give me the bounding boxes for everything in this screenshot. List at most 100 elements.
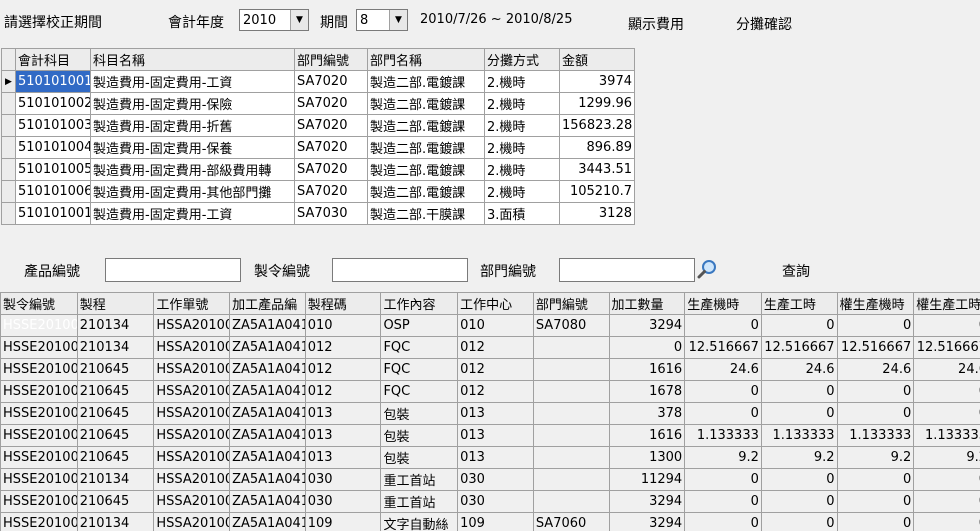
table-cell[interactable]: ZA5A1A041 bbox=[229, 336, 306, 359]
allocate-confirm-button[interactable]: 分攤確認 bbox=[736, 14, 792, 34]
table-cell[interactable]: 013 bbox=[304, 446, 382, 469]
table-row[interactable]: 510101001 製造費用-固定費用-工資 SA7030 製造二部.干膜課 3.面積 3… bbox=[1, 202, 635, 225]
table-cell[interactable] bbox=[532, 446, 610, 469]
table-cell[interactable]: 9.2 bbox=[836, 446, 915, 469]
table-cell[interactable]: HSSA20100 bbox=[153, 358, 231, 381]
table-cell[interactable]: 1300 bbox=[608, 446, 686, 469]
table-cell[interactable]: ZA5A1A041 bbox=[229, 358, 306, 381]
table-cell[interactable]: 3128 bbox=[559, 202, 635, 225]
table-cell[interactable]: 製造二部.電鍍課 bbox=[367, 180, 485, 203]
table-cell[interactable]: ZA5A1A041 bbox=[229, 380, 306, 403]
table-cell[interactable]: SA7020 bbox=[294, 180, 368, 203]
table-cell[interactable]: HSSE20100 bbox=[0, 446, 78, 469]
table-cell[interactable]: 013 bbox=[457, 446, 534, 469]
table-cell[interactable]: HSSA20100 bbox=[153, 446, 231, 469]
column-header[interactable]: 分攤方式 bbox=[484, 48, 560, 71]
table-cell[interactable]: HSSE20100 bbox=[0, 490, 78, 513]
table-cell[interactable]: 156823.28 bbox=[559, 114, 635, 137]
column-header[interactable]: 製令編號 bbox=[0, 292, 78, 315]
table-row[interactable]: HSSE20100 210645 HSSA20100 ZA5A1A041 012 FQC 0… bbox=[0, 380, 980, 403]
table-cell[interactable]: 製造費用-固定費用-部級費用轉 bbox=[90, 158, 295, 181]
table-cell[interactable]: 0 bbox=[836, 314, 915, 337]
table-cell[interactable]: 0 bbox=[684, 402, 762, 425]
table-cell[interactable]: 0 bbox=[760, 490, 838, 513]
table-cell[interactable]: 210134 bbox=[76, 314, 155, 337]
table-cell[interactable]: 013 bbox=[457, 402, 534, 425]
column-header[interactable]: 製程碼 bbox=[304, 292, 382, 315]
table-cell[interactable]: 0 bbox=[684, 512, 762, 531]
table-cell[interactable]: SA7080 bbox=[532, 314, 610, 337]
table-cell[interactable]: ZA5A1A041 bbox=[229, 468, 306, 491]
table-cell[interactable]: 510101004 bbox=[15, 136, 91, 159]
table-cell[interactable]: 12.516667 bbox=[684, 336, 762, 359]
column-header[interactable]: 生產機時 bbox=[684, 292, 762, 315]
table-cell[interactable]: FQC bbox=[380, 358, 459, 381]
product-input[interactable] bbox=[105, 258, 241, 282]
year-select[interactable]: 2010 ▼ bbox=[239, 9, 309, 31]
row-selector[interactable] bbox=[1, 180, 16, 203]
table-cell[interactable]: HSSE20100 bbox=[0, 468, 78, 491]
chevron-down-icon[interactable]: ▼ bbox=[290, 10, 308, 30]
chevron-down-icon[interactable]: ▼ bbox=[389, 10, 407, 30]
table-cell[interactable]: 製造費用-固定費用-工資 bbox=[90, 70, 295, 93]
table-cell[interactable]: SA7060 bbox=[532, 512, 610, 531]
table-cell[interactable]: 210645 bbox=[76, 424, 155, 447]
table-cell[interactable]: 2.機時 bbox=[484, 92, 560, 115]
table-cell[interactable]: 24.6 bbox=[913, 358, 980, 381]
table-cell[interactable]: 0 bbox=[836, 512, 915, 531]
column-header[interactable]: 生產工時 bbox=[760, 292, 838, 315]
table-cell[interactable]: 012 bbox=[304, 336, 382, 359]
table-cell[interactable]: 0 bbox=[684, 468, 762, 491]
row-selector[interactable] bbox=[1, 158, 16, 181]
table-row[interactable]: HSSE20100 210645 HSSA20100 ZA5A1A041 030 重工首站… bbox=[0, 490, 980, 513]
table-cell[interactable]: HSSA20100 bbox=[153, 468, 231, 491]
table-cell[interactable]: 030 bbox=[304, 490, 382, 513]
table-cell[interactable]: 012 bbox=[457, 336, 534, 359]
column-header[interactable]: 部門編號 bbox=[532, 292, 610, 315]
table-cell[interactable]: 1616 bbox=[608, 358, 686, 381]
table-row[interactable]: 510101003 製造費用-固定費用-折舊 SA7020 製造二部.電鍍課 2.機時 1… bbox=[1, 114, 635, 137]
table-cell[interactable]: 105210.7 bbox=[559, 180, 635, 203]
table-cell[interactable]: HSSE20100 bbox=[0, 336, 78, 359]
table-cell[interactable]: 製造費用-固定費用-折舊 bbox=[90, 114, 295, 137]
table-cell[interactable]: HSSA20100 bbox=[153, 402, 231, 425]
table-cell[interactable]: 製造費用-固定費用-工資 bbox=[90, 202, 295, 225]
table-cell[interactable]: 3.面積 bbox=[484, 202, 560, 225]
table-cell[interactable]: 包裝 bbox=[380, 402, 459, 425]
table-cell[interactable] bbox=[532, 358, 610, 381]
table-cell[interactable]: 0 bbox=[684, 380, 762, 403]
table-cell[interactable]: 510101002 bbox=[15, 92, 91, 115]
table-cell[interactable] bbox=[532, 468, 610, 491]
table-cell[interactable]: 0 bbox=[684, 314, 762, 337]
table-cell[interactable]: ZA5A1A041 bbox=[229, 512, 306, 531]
table-cell[interactable]: HSSA20100 bbox=[153, 336, 231, 359]
table-cell[interactable]: 製造二部.電鍍課 bbox=[367, 92, 485, 115]
table-cell[interactable]: 012 bbox=[457, 380, 534, 403]
table-cell[interactable] bbox=[532, 402, 610, 425]
table-cell[interactable]: 24.6 bbox=[684, 358, 762, 381]
table-cell[interactable]: 010 bbox=[457, 314, 534, 337]
table-cell[interactable]: 0 bbox=[836, 468, 915, 491]
table-cell[interactable]: 030 bbox=[457, 468, 534, 491]
table-row[interactable]: HSSE20100 210645 HSSA20100 ZA5A1A041 013 包裝 01… bbox=[0, 446, 980, 469]
table-cell[interactable]: 210645 bbox=[76, 358, 155, 381]
table-cell[interactable]: 0 bbox=[760, 402, 838, 425]
table-cell[interactable]: 0 bbox=[913, 490, 980, 513]
table-cell[interactable]: 2.機時 bbox=[484, 70, 560, 93]
search-icon[interactable] bbox=[697, 258, 719, 280]
column-header[interactable]: 科目名稱 bbox=[90, 48, 295, 71]
column-header[interactable]: 部門編號 bbox=[294, 48, 368, 71]
query-button[interactable]: 查詢 bbox=[782, 261, 810, 281]
table-cell[interactable]: 製造費用-固定費用-其他部門攤 bbox=[90, 180, 295, 203]
table-row[interactable]: HSSE20100 210645 HSSA20100 ZA5A1A041 012 FQC 0… bbox=[0, 358, 980, 381]
table-cell[interactable]: 896.89 bbox=[559, 136, 635, 159]
table-cell[interactable]: 1299.96 bbox=[559, 92, 635, 115]
table-cell[interactable]: 3294 bbox=[608, 490, 686, 513]
table-cell[interactable]: 010 bbox=[304, 314, 382, 337]
table-cell[interactable]: 0 bbox=[913, 380, 980, 403]
table-cell[interactable]: 24.6 bbox=[760, 358, 838, 381]
table-cell[interactable]: 0 bbox=[760, 380, 838, 403]
table-cell[interactable]: 0 bbox=[913, 468, 980, 491]
table-cell[interactable]: 0 bbox=[913, 314, 980, 337]
column-header[interactable]: 會計科目 bbox=[15, 48, 91, 71]
